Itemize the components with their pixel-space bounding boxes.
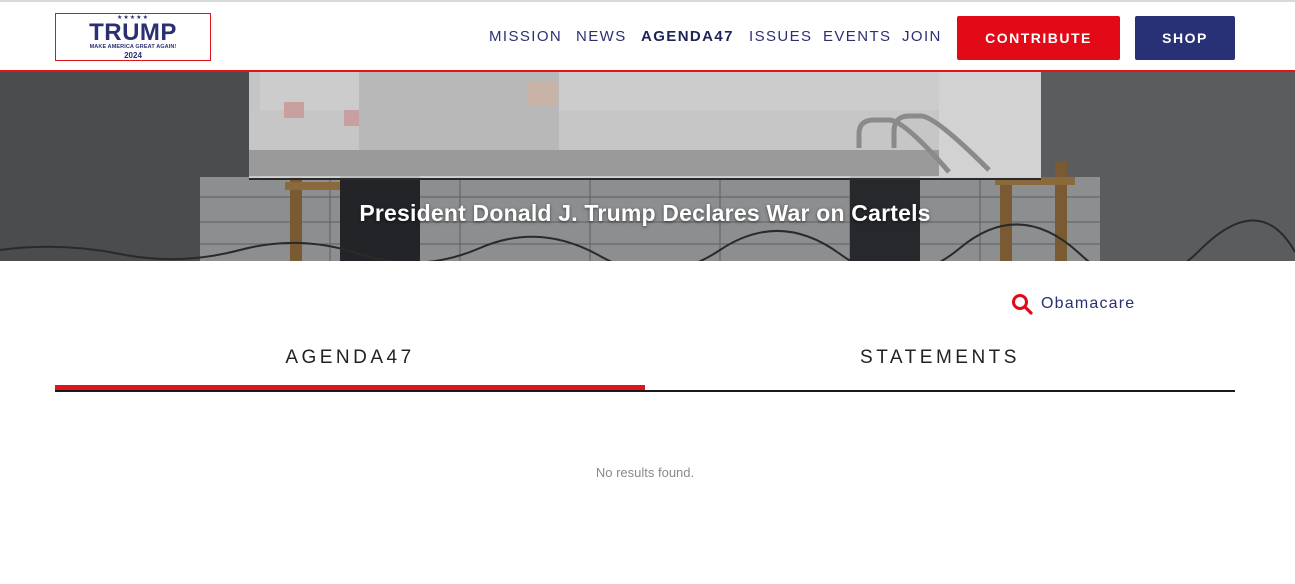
search-term[interactable]: Obamacare xyxy=(1011,292,1135,316)
logo-slogan: MAKE AMERICA GREAT AGAIN! xyxy=(89,44,177,50)
tab-agenda47[interactable]: AGENDA47 xyxy=(55,340,645,390)
hero-banner[interactable]: President Donald J. Trump Declares War o… xyxy=(0,72,1295,261)
nav-link-news[interactable]: NEWS xyxy=(576,28,627,45)
site-header: ★★★★★ TRUMP MAKE AMERICA GREAT AGAIN! 20… xyxy=(0,0,1295,72)
hero-video-frame xyxy=(249,72,1041,180)
contribute-button[interactable]: CONTRIBUTE xyxy=(957,16,1120,60)
search-icon xyxy=(1012,294,1033,315)
nav-link-agenda47[interactable]: AGENDA47 xyxy=(641,28,734,45)
tab-statements-label: STATEMENTS xyxy=(860,347,1020,368)
shop-button[interactable]: SHOP xyxy=(1135,16,1235,60)
nav-link-join[interactable]: JOIN xyxy=(902,28,942,45)
tab-agenda47-label: AGENDA47 xyxy=(285,347,415,368)
no-results-message: No results found. xyxy=(595,465,695,480)
search-term-label: Obamacare xyxy=(1041,295,1136,312)
tab-statements[interactable]: STATEMENTS xyxy=(645,340,1235,390)
nav-link-events[interactable]: EVENTS xyxy=(823,28,891,45)
nav-link-issues[interactable]: ISSUES xyxy=(749,28,812,45)
trump-logo[interactable]: ★★★★★ TRUMP MAKE AMERICA GREAT AGAIN! 20… xyxy=(55,13,211,61)
active-tab-indicator xyxy=(55,385,645,390)
hero-frame-scene xyxy=(249,72,1041,178)
logo-wordmark: TRUMP xyxy=(89,19,177,46)
page: ★★★★★ TRUMP MAKE AMERICA GREAT AGAIN! 20… xyxy=(0,0,1295,584)
content-tabs: AGENDA47 STATEMENTS xyxy=(55,340,1235,392)
logo-year: 2024 xyxy=(124,51,142,60)
nav-link-mission[interactable]: MISSION xyxy=(489,28,562,45)
hero-title[interactable]: President Donald J. Trump Declares War o… xyxy=(0,200,1290,227)
